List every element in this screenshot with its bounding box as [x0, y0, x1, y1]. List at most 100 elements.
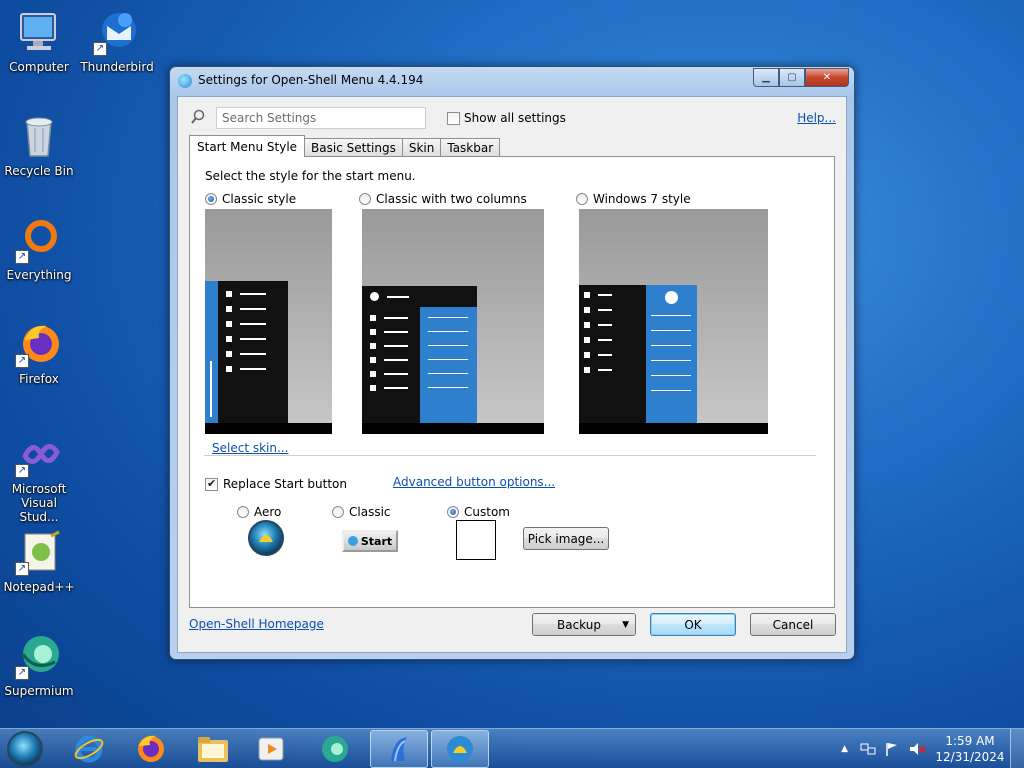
- desktop-icon-everything[interactable]: ↗ Everything: [0, 216, 78, 282]
- visual-studio-icon: ↗: [15, 430, 63, 478]
- ok-button[interactable]: OK: [650, 613, 736, 636]
- preview-windows7-style[interactable]: [579, 209, 768, 434]
- taskbar-firefox[interactable]: [122, 730, 180, 768]
- select-skin-link[interactable]: Select skin...: [212, 441, 288, 455]
- button-style-classic[interactable]: Classic: [332, 505, 391, 519]
- button-radio-classic[interactable]: [332, 506, 344, 518]
- desktop-icon-supermium[interactable]: ↗ Supermium: [0, 632, 78, 698]
- show-all-settings-checkbox[interactable]: [447, 111, 460, 125]
- pick-image-button[interactable]: Pick image...: [523, 527, 609, 550]
- settings-shell-icon: [447, 736, 473, 762]
- button-label-aero: Aero: [254, 505, 282, 519]
- style-radio-two-columns[interactable]: [359, 193, 371, 205]
- button-style-custom[interactable]: Custom: [447, 505, 510, 519]
- style-option-classic[interactable]: Classic style: [205, 192, 296, 206]
- replace-start-option[interactable]: Replace Start button: [205, 477, 347, 491]
- desktop-icon-recycle-bin[interactable]: Recycle Bin: [0, 112, 78, 178]
- separator: [204, 455, 816, 456]
- clock-date: 12/31/2024: [935, 750, 1005, 764]
- style-label-two-columns: Classic with two columns: [376, 192, 527, 206]
- internet-explorer-icon: [74, 735, 104, 763]
- taskbar-supermium[interactable]: [306, 730, 364, 768]
- style-option-windows7[interactable]: Windows 7 style: [576, 192, 691, 206]
- style-option-two-columns[interactable]: Classic with two columns: [359, 192, 527, 206]
- style-label-windows7: Windows 7 style: [593, 192, 691, 206]
- button-style-aero[interactable]: Aero: [237, 505, 281, 519]
- tab-basic-settings[interactable]: Basic Settings: [304, 138, 403, 157]
- tab-start-menu-style[interactable]: Start Menu Style: [189, 135, 306, 157]
- maximize-icon: ▢: [787, 72, 797, 83]
- everything-search-icon: ↗: [15, 216, 63, 264]
- backup-button[interactable]: Backup ▼: [532, 613, 636, 636]
- replace-start-checkbox[interactable]: [205, 477, 218, 491]
- button-radio-aero[interactable]: [237, 506, 249, 518]
- taskbar-file-explorer[interactable]: [184, 730, 242, 768]
- preview-two-columns-style[interactable]: [362, 209, 544, 434]
- firefox-icon: [138, 735, 164, 762]
- volume-muted-icon[interactable]: [908, 741, 926, 757]
- action-center-flag-icon[interactable]: [884, 741, 900, 757]
- tab-taskbar[interactable]: Taskbar: [440, 138, 501, 157]
- desktop-icon-label: Firefox: [19, 372, 59, 386]
- custom-button-image-preview: [456, 520, 496, 560]
- dialog-title: Settings for Open-Shell Menu 4.4.194: [198, 73, 424, 87]
- help-link[interactable]: Help...: [797, 111, 836, 125]
- close-button[interactable]: ✕: [805, 68, 849, 87]
- supermium-icon: ↗: [15, 632, 63, 680]
- desktop-icon-firefox[interactable]: ↗ Firefox: [0, 320, 78, 386]
- taskbar-internet-explorer[interactable]: [60, 730, 118, 768]
- show-all-settings-label: Show all settings: [464, 111, 566, 125]
- open-shell-icon: [391, 737, 407, 762]
- system-tray: ▲ 1:59 AM 12/31/2024: [841, 729, 1024, 768]
- shortcut-arrow-icon: ↗: [15, 250, 29, 264]
- desktop-icon-visual-studio[interactable]: ↗ Microsoft Visual Stud...: [0, 430, 78, 524]
- desktop-icon-label: Notepad++: [3, 580, 75, 594]
- desktop-icon-label: Microsoft Visual Stud...: [11, 482, 67, 524]
- desktop-icon-notepadpp[interactable]: ↗ Notepad++: [0, 528, 78, 594]
- file-explorer-icon: [198, 737, 228, 762]
- network-icon[interactable]: [860, 741, 876, 757]
- style-radio-windows7[interactable]: [576, 193, 588, 205]
- dialog-client-area: Show all settings Help... Start Menu Sty…: [177, 96, 847, 653]
- search-input[interactable]: [216, 107, 426, 129]
- desktop-icon-label: Thunderbird: [80, 60, 154, 74]
- aero-start-orb-icon: [248, 520, 284, 556]
- show-all-settings-option[interactable]: Show all settings: [447, 111, 566, 125]
- computer-icon: [15, 8, 63, 56]
- advanced-button-options-link[interactable]: Advanced button options...: [393, 475, 555, 489]
- clock[interactable]: 1:59 AM 12/31/2024: [930, 733, 1010, 765]
- cancel-button[interactable]: Cancel: [750, 613, 836, 636]
- backup-label: Backup: [557, 617, 601, 632]
- preview-accent-strip: [205, 281, 218, 423]
- button-radio-custom[interactable]: [447, 506, 459, 518]
- taskbar-media-player[interactable]: [242, 730, 300, 768]
- tab-skin[interactable]: Skin: [401, 138, 442, 157]
- taskbar-open-shell[interactable]: [370, 730, 428, 768]
- start-shell-icon: [347, 536, 358, 546]
- desktop-icon-label: Everything: [6, 268, 72, 282]
- style-radio-classic[interactable]: [205, 193, 217, 205]
- show-desktop-button[interactable]: [1010, 729, 1024, 768]
- supermium-icon: [322, 736, 348, 762]
- open-shell-homepage-link[interactable]: Open-Shell Homepage: [189, 617, 324, 631]
- shortcut-arrow-icon: ↗: [15, 464, 29, 478]
- title-bar[interactable]: Settings for Open-Shell Menu 4.4.194 ▁ ▢…: [170, 67, 854, 95]
- taskbar-settings-shell[interactable]: [431, 730, 489, 768]
- minimize-icon: ▁: [762, 72, 770, 83]
- maximize-button[interactable]: ▢: [779, 68, 805, 87]
- settings-dialog: Settings for Open-Shell Menu 4.4.194 ▁ ▢…: [169, 66, 855, 660]
- show-hidden-icons-chevron-icon[interactable]: ▲: [841, 744, 848, 754]
- media-player-icon: [258, 737, 284, 761]
- start-button[interactable]: [0, 730, 54, 768]
- firefox-icon: ↗: [15, 320, 63, 368]
- clock-time: 1:59 AM: [945, 734, 995, 748]
- button-label-classic: Classic: [349, 505, 391, 519]
- desktop-icon-thunderbird[interactable]: ↗ Thunderbird: [78, 8, 156, 74]
- button-label-custom: Custom: [464, 505, 510, 519]
- desktop-icon-label: Recycle Bin: [4, 164, 74, 178]
- desktop-icon-computer[interactable]: Computer: [0, 8, 78, 74]
- preview-menu-panel: [218, 281, 288, 423]
- shortcut-arrow-icon: ↗: [15, 354, 29, 368]
- preview-classic-style[interactable]: [205, 209, 332, 434]
- minimize-button[interactable]: ▁: [753, 68, 779, 87]
